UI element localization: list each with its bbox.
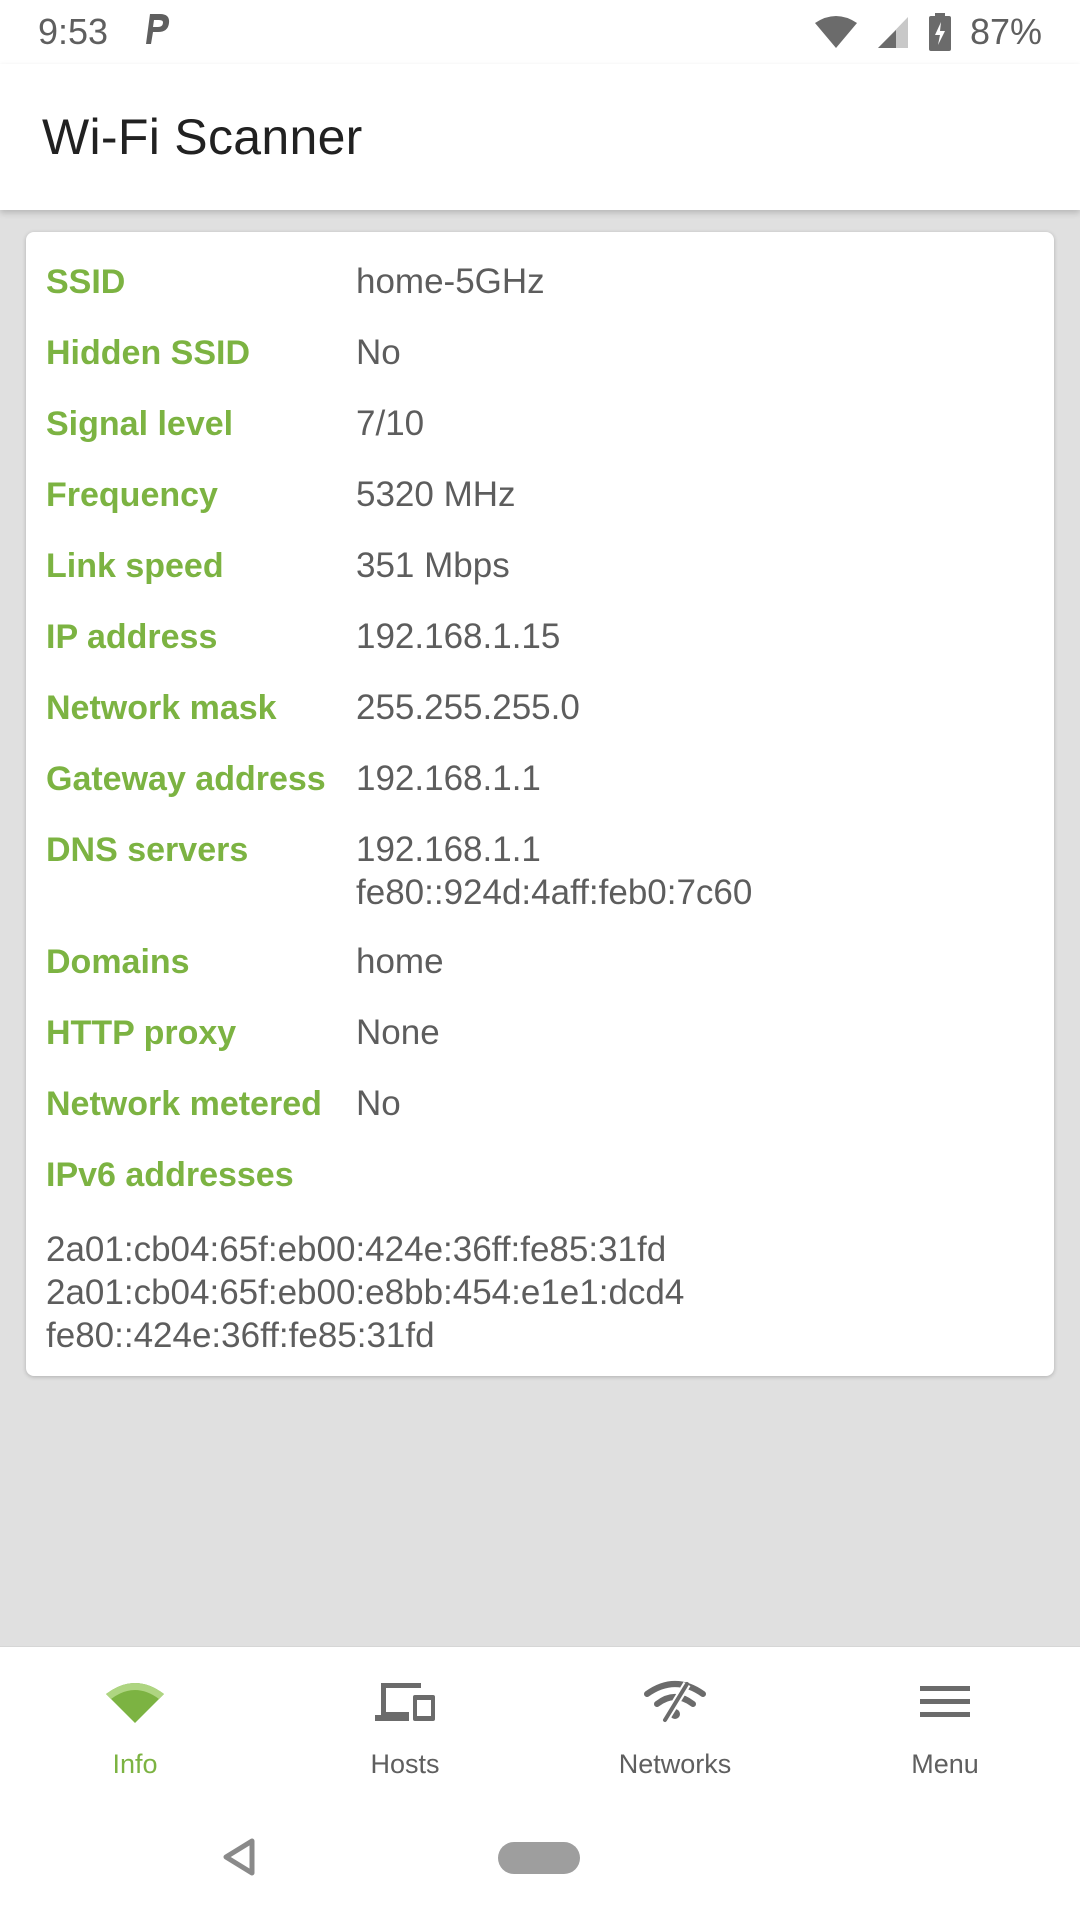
info-value: 255.255.255.0 — [356, 688, 580, 727]
info-row-http-proxy: HTTP proxy None — [46, 1011, 1034, 1056]
nav-label: Info — [112, 1749, 158, 1779]
nav-item-hosts[interactable]: Hosts — [270, 1647, 540, 1792]
bottom-navigation: Info Hosts Networks Menu — [0, 1646, 1080, 1792]
info-label: Link speed — [46, 547, 224, 585]
nav-label: Hosts — [370, 1749, 440, 1779]
status-time: 9:53 — [38, 11, 109, 52]
menu-icon — [905, 1673, 985, 1731]
status-bar: 9:53 87% — [0, 0, 1080, 64]
info-label: HTTP proxy — [46, 1014, 237, 1052]
info-row-dns-servers: DNS servers 192.168.1.1 fe80::924d:4aff:… — [46, 828, 1034, 914]
back-icon[interactable] — [222, 1838, 256, 1881]
info-value: home — [356, 942, 444, 981]
cell-signal-icon — [876, 15, 910, 49]
info-value: No — [356, 333, 401, 372]
nav-label: Networks — [618, 1749, 732, 1779]
nav-item-info[interactable]: Info — [0, 1647, 270, 1792]
info-label: DNS servers — [46, 831, 249, 869]
info-label: Signal level — [46, 405, 234, 443]
wifi-info-card: SSID home-5GHz Hidden SSID No Signal lev… — [26, 232, 1054, 1376]
dns-server: 192.168.1.1 — [356, 830, 541, 869]
system-navigation-bar — [0, 1792, 1080, 1920]
info-row-hidden-ssid: Hidden SSID No — [46, 331, 1034, 376]
info-row-gateway-address: Gateway address 192.168.1.1 — [46, 757, 1034, 802]
info-value: 5320 MHz — [356, 475, 516, 514]
home-button[interactable] — [498, 1842, 580, 1874]
info-label: Frequency — [46, 476, 218, 514]
nav-label: Menu — [911, 1749, 979, 1779]
wifi-status-icon — [814, 15, 858, 49]
info-value: 351 Mbps — [356, 546, 510, 585]
screen: 9:53 87% Wi-Fi Scanner SSID home-5GHz Hi… — [0, 0, 1080, 1920]
dns-server: fe80::924d:4aff:feb0:7c60 — [356, 873, 753, 912]
info-row-link-speed: Link speed 351 Mbps — [46, 544, 1034, 589]
wifi-off-icon — [635, 1673, 715, 1731]
info-label: Domains — [46, 943, 190, 981]
info-row-domains: Domains home — [46, 940, 1034, 985]
info-row-signal-level: Signal level 7/10 — [46, 402, 1034, 447]
info-value: 192.168.1.1 fe80::924d:4aff:feb0:7c60 — [356, 828, 752, 914]
info-value: 192.168.1.15 — [356, 617, 561, 656]
info-row-ipv6-label: IPv6 addresses — [46, 1153, 1034, 1198]
page-title: Wi-Fi Scanner — [42, 109, 363, 165]
battery-percent: 87% — [969, 11, 1042, 52]
battery-charging-icon — [928, 13, 952, 51]
ipv6-address-list: 2a01:cb04:65f:eb00:424e:36ff:fe85:31fd 2… — [46, 1228, 1034, 1357]
ipv6-address: fe80::424e:36ff:fe85:31fd — [46, 1316, 435, 1355]
info-label: IP address — [46, 618, 218, 656]
info-label: Network mask — [46, 689, 277, 727]
info-row-ssid: SSID home-5GHz — [46, 260, 1034, 305]
info-value: home-5GHz — [356, 262, 545, 301]
info-label: Network metered — [46, 1085, 322, 1123]
devices-icon — [365, 1673, 445, 1731]
info-row-network-mask: Network mask 255.255.255.0 — [46, 686, 1034, 731]
info-label: SSID — [46, 263, 126, 301]
wifi-signal-icon — [95, 1673, 175, 1731]
info-value: No — [356, 1084, 401, 1123]
ipv6-address: 2a01:cb04:65f:eb00:424e:36ff:fe85:31fd — [46, 1230, 667, 1269]
app-bar: Wi-Fi Scanner — [0, 64, 1080, 210]
info-value: 192.168.1.1 — [356, 759, 541, 798]
ipv6-address: 2a01:cb04:65f:eb00:e8bb:454:e1e1:dcd4 — [46, 1273, 685, 1312]
info-value: 7/10 — [356, 404, 425, 443]
nav-item-menu[interactable]: Menu — [810, 1647, 1080, 1792]
info-value: None — [356, 1013, 440, 1052]
parking-icon — [142, 10, 172, 55]
info-row-ip-address: IP address 192.168.1.15 — [46, 615, 1034, 660]
nav-item-networks[interactable]: Networks — [540, 1647, 810, 1792]
info-row-network-metered: Network metered No — [46, 1082, 1034, 1127]
info-label: Gateway address — [46, 760, 326, 798]
info-row-frequency: Frequency 5320 MHz — [46, 473, 1034, 518]
info-label: Hidden SSID — [46, 334, 251, 372]
info-label: IPv6 addresses — [46, 1156, 294, 1194]
